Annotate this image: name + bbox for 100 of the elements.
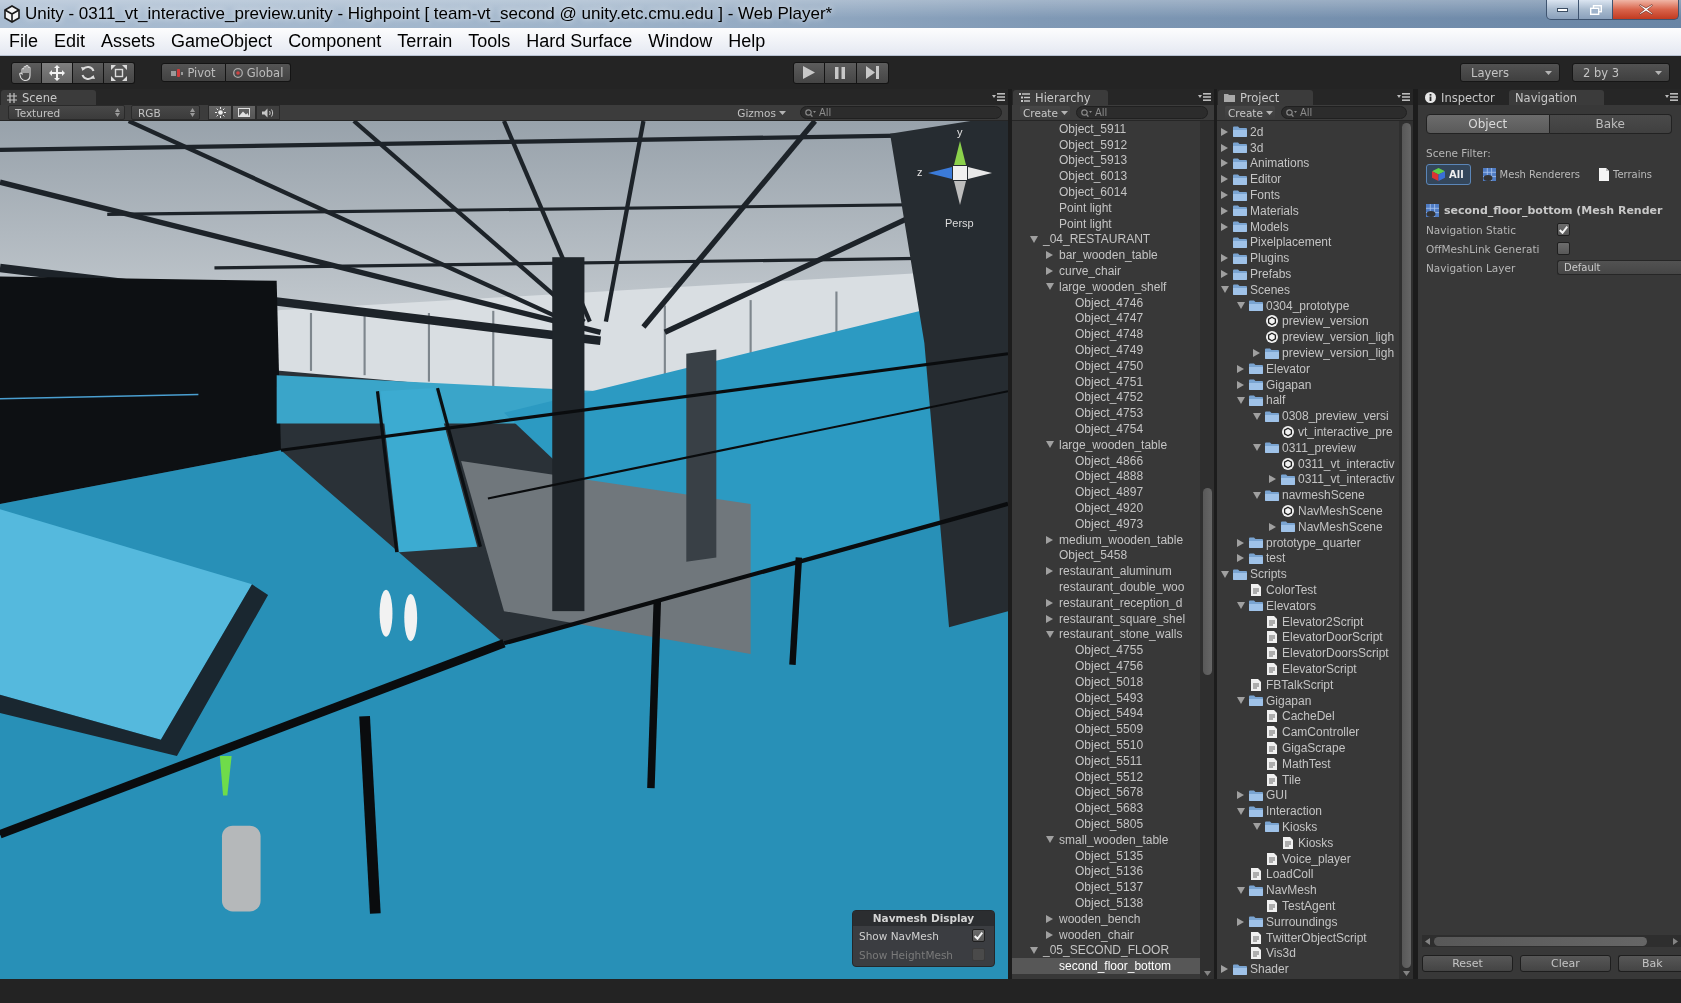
project-item[interactable]: Scripts [1217, 566, 1399, 583]
right-triangle-icon[interactable] [1237, 917, 1244, 926]
down-triangle-icon[interactable] [1046, 441, 1054, 449]
create-dropdown[interactable]: Create [1225, 105, 1275, 120]
hierarchy-item[interactable]: second_floor_bottom [1012, 958, 1200, 975]
down-triangle-icon[interactable] [1030, 235, 1038, 243]
project-item[interactable]: CamController [1217, 724, 1399, 741]
mode-tab[interactable]: Bake [1549, 114, 1672, 134]
hierarchy-item[interactable]: curve_chair [1012, 263, 1200, 279]
hierarchy-item[interactable]: Object_4754 [1012, 421, 1200, 437]
project-item[interactable]: 0304_prototype [1217, 297, 1399, 314]
right-triangle-icon[interactable] [1221, 159, 1228, 168]
down-triangle-icon[interactable] [1237, 697, 1245, 705]
lighting-toggle[interactable] [208, 105, 232, 120]
project-item[interactable]: GigaScrape [1217, 740, 1399, 756]
project-item[interactable]: TwitterObjectScript [1217, 929, 1399, 946]
right-triangle-icon[interactable] [1237, 538, 1244, 547]
project-item[interactable]: Models [1217, 218, 1399, 235]
down-triangle-icon[interactable] [1253, 444, 1261, 452]
right-triangle-icon[interactable] [1221, 206, 1228, 215]
down-triangle-icon[interactable] [1046, 630, 1054, 638]
hierarchy-item[interactable]: Object_4747 [1012, 310, 1200, 327]
hierarchy-item[interactable]: restaurant_square_shel [1012, 610, 1200, 627]
right-triangle-icon[interactable] [1237, 554, 1244, 563]
hierarchy-item[interactable]: Object_4748 [1012, 326, 1200, 343]
mode-tab[interactable]: Object [1426, 114, 1550, 134]
project-item[interactable]: NavMesh [1217, 882, 1399, 899]
project-item[interactable]: Plugins [1217, 250, 1399, 267]
project-item[interactable]: half [1217, 392, 1399, 409]
hierarchy-item[interactable]: Object_5510 [1012, 737, 1200, 753]
hierarchy-item[interactable]: restaurant_stone_walls [1012, 626, 1200, 643]
project-item[interactable]: 2d [1217, 124, 1399, 140]
hierarchy-item[interactable]: Object_5137 [1012, 879, 1200, 896]
project-item[interactable]: MathTest [1217, 755, 1399, 772]
move-tool-button[interactable] [42, 61, 73, 84]
inspector-tab[interactable]: Inspector [1419, 90, 1509, 105]
audio-toggle[interactable] [256, 105, 280, 120]
pivot-button[interactable]: Pivot [161, 63, 226, 82]
hierarchy-item[interactable]: restaurant_aluminum [1012, 563, 1200, 580]
hierarchy-item[interactable]: wooden_chair [1012, 926, 1200, 943]
checkbox[interactable] [972, 929, 985, 942]
hierarchy-item[interactable]: Object_5805 [1012, 816, 1200, 832]
right-triangle-icon[interactable] [1046, 267, 1053, 276]
right-triangle-icon[interactable] [1237, 791, 1244, 800]
right-triangle-icon[interactable] [1046, 614, 1053, 623]
scrollbar-thumb[interactable] [1434, 936, 1647, 946]
scroll-left-arrow-icon[interactable] [1425, 937, 1430, 945]
project-item[interactable]: ColorTest [1217, 582, 1399, 598]
restore-button[interactable] [1579, 0, 1613, 20]
vertical-scrollbar[interactable] [1399, 121, 1413, 979]
project-item[interactable]: Kiosks [1217, 819, 1399, 835]
hierarchy-item[interactable]: restaurant_double_woo [1012, 579, 1200, 595]
checkbox[interactable] [1557, 223, 1570, 236]
down-triangle-icon[interactable] [1221, 286, 1229, 294]
hierarchy-item[interactable]: Object_4897 [1012, 484, 1200, 501]
right-triangle-icon[interactable] [1221, 191, 1228, 200]
down-triangle-icon[interactable] [1221, 570, 1229, 578]
hierarchy-item[interactable]: Object_4755 [1012, 642, 1200, 659]
menu-item[interactable]: Edit [46, 31, 94, 52]
project-item[interactable]: 0311_vt_interactiv [1217, 471, 1399, 488]
project-item[interactable]: LoadColl [1217, 866, 1399, 883]
project-item[interactable]: ElevatorDoorScript [1217, 629, 1399, 646]
hierarchy-item[interactable]: Object_4749 [1012, 342, 1200, 358]
hierarchy-item[interactable]: medium_wooden_table [1012, 531, 1200, 548]
global-button[interactable]: Global [226, 63, 291, 82]
draw-mode-dropdown[interactable]: Textured [8, 105, 125, 120]
project-item[interactable]: Vis3d [1217, 945, 1399, 962]
project-item[interactable]: Tile [1217, 771, 1399, 788]
menu-item[interactable]: Component [280, 31, 390, 52]
project-item[interactable]: prototype_quarter [1217, 534, 1399, 551]
hierarchy-item[interactable]: bar_wooden_table [1012, 247, 1200, 264]
project-item[interactable]: ElevatorDoorsScript [1217, 645, 1399, 662]
tab-menu-icon[interactable] [1397, 93, 1410, 101]
menu-item[interactable]: Help [720, 31, 774, 52]
project-item[interactable]: Kiosks [1217, 834, 1399, 851]
hierarchy-item[interactable]: Object_5135 [1012, 847, 1200, 864]
project-item[interactable]: 0308_preview_versi [1217, 408, 1399, 425]
down-triangle-icon[interactable] [1253, 491, 1261, 499]
create-dropdown[interactable]: Create [1020, 105, 1070, 120]
hierarchy-item[interactable]: large_wooden_table [1012, 436, 1200, 453]
hand-tool-button[interactable] [11, 61, 42, 84]
hierarchy-item[interactable]: Object_5138 [1012, 895, 1200, 911]
right-triangle-icon[interactable] [1046, 930, 1053, 939]
hierarchy-item[interactable]: Object_4752 [1012, 389, 1200, 406]
right-triangle-icon[interactable] [1046, 535, 1053, 544]
hierarchy-item[interactable]: Object_5683 [1012, 800, 1200, 817]
hierarchy-item[interactable]: Object_4973 [1012, 515, 1200, 532]
project-item[interactable]: NavMeshScene [1217, 503, 1399, 519]
project-item[interactable]: test [1217, 550, 1399, 567]
hierarchy-item[interactable]: Object_5018 [1012, 673, 1200, 690]
project-item[interactable]: ElevatorScript [1217, 661, 1399, 677]
hierarchy-item[interactable]: wooden_bench [1012, 910, 1200, 927]
close-button[interactable] [1613, 0, 1679, 20]
project-item[interactable]: vt_interactive_pre [1217, 424, 1399, 440]
scrollbar-thumb[interactable] [1401, 123, 1411, 968]
project-item[interactable]: 3d [1217, 139, 1399, 156]
project-item[interactable]: TestAgent [1217, 898, 1399, 914]
layers-dropdown[interactable]: Layers [1460, 63, 1560, 82]
minimize-button[interactable] [1546, 0, 1579, 20]
hierarchy-item[interactable]: Object_5494 [1012, 705, 1200, 722]
